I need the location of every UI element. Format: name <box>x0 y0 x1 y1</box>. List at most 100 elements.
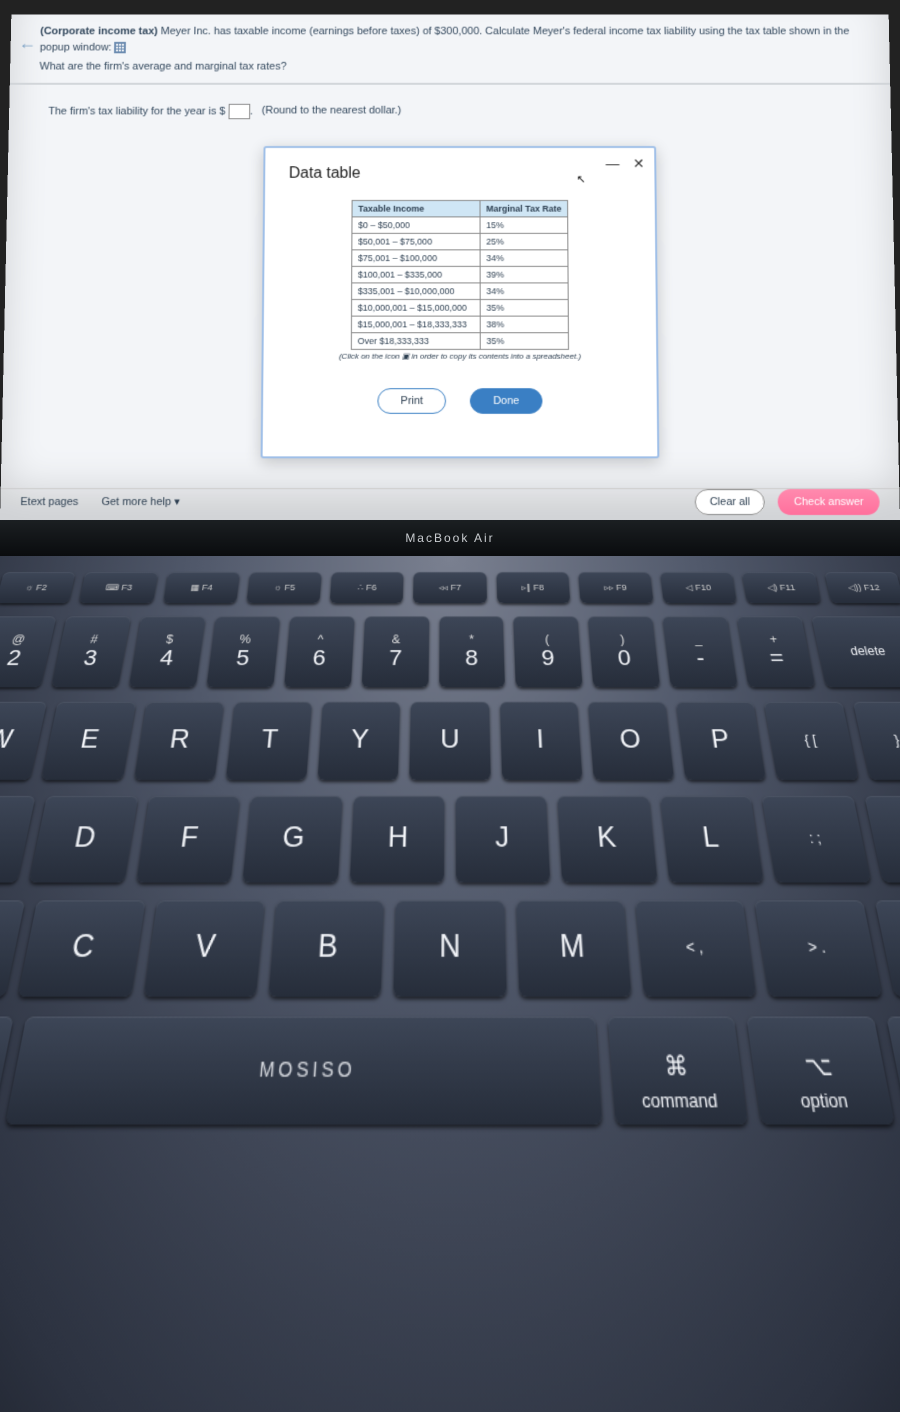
key-f11: ◁) F11 <box>742 572 821 603</box>
key-y: Y <box>318 702 401 780</box>
key-f7: ◃◃ F7 <box>413 572 486 603</box>
key-7: &7 <box>361 616 429 687</box>
back-arrow-icon[interactable]: ← <box>18 33 36 53</box>
key-5: %5 <box>206 616 280 687</box>
key-9: (9 <box>514 616 583 687</box>
popup-window-icon[interactable] <box>114 42 126 53</box>
key-b: B <box>268 900 384 996</box>
key-p: P <box>676 702 766 780</box>
key-j: J <box>456 796 551 883</box>
key-s: S <box>0 796 36 883</box>
key-3: #3 <box>51 616 131 687</box>
question-subquestion: What are the firm's average and marginal… <box>39 59 860 75</box>
key-c: C <box>18 900 145 996</box>
key-f10: ◁ F10 <box>660 572 737 603</box>
th-rate: Marginal Tax Rate <box>480 200 568 216</box>
minimize-icon[interactable]: — <box>605 156 619 171</box>
table-row: $15,000,001 – $18,333,33338% <box>351 316 568 333</box>
table-row: $75,001 – $100,00034% <box>352 250 569 267</box>
key-v: V <box>143 900 264 996</box>
spacebar-brand: MOSISO <box>258 1057 356 1081</box>
data-table-modal: — ✕ ↖ Data table Taxable Income Marginal… <box>261 146 660 458</box>
prompt-hint: (Round to the nearest dollar.) <box>262 105 402 116</box>
laptop-screen: ← (Corporate income tax) Meyer Inc. has … <box>0 14 900 520</box>
row-asdf: S D F G H J K L : ; " ' <box>0 796 900 883</box>
key-period: > . <box>755 900 882 996</box>
key-h: H <box>349 796 444 883</box>
table-copy-hint: (Click on the icon ▣ in order to copy it… <box>279 352 640 361</box>
table-row: Over $18,333,33335% <box>351 333 568 350</box>
key-o: O <box>588 702 675 780</box>
key-i: I <box>500 702 583 780</box>
key-e: E <box>42 702 136 780</box>
key-n: N <box>394 900 507 996</box>
key-d: D <box>29 796 138 883</box>
table-row: $10,000,001 – $15,000,00035% <box>351 299 568 316</box>
key-8: *8 <box>439 616 506 687</box>
question-title-rest: Meyer Inc. has taxable income (earnings … <box>40 26 850 53</box>
prompt-lead: The firm's tax liability for the year is… <box>48 105 225 116</box>
key-r: R <box>134 702 224 780</box>
key-minus: _- <box>663 616 738 687</box>
option-icon: ⌥ <box>802 1051 834 1082</box>
key-equals: += <box>737 616 815 687</box>
key-l: L <box>660 796 764 883</box>
hinge-label: MacBook Air <box>0 520 900 556</box>
key-2: @2 <box>0 616 56 687</box>
cursor-icon: ↖ <box>577 173 586 186</box>
check-answer-button[interactable]: Check answer <box>778 489 880 515</box>
key-w: W <box>0 702 47 780</box>
key-f2: ☼ F2 <box>0 572 76 603</box>
key-k: K <box>558 796 658 883</box>
key-command-right: ⌘ command <box>608 1016 749 1124</box>
key-g: G <box>243 796 343 883</box>
key-spacebar: MOSISO <box>6 1016 603 1124</box>
key-4: $4 <box>129 616 206 687</box>
key-quote: " ' <box>864 796 900 883</box>
question-title-bold: (Corporate income tax) <box>40 26 158 37</box>
row-zxcv: X C V B N M < , > . ? / <box>0 900 900 996</box>
key-delete: delete <box>812 616 900 687</box>
key-m: M <box>516 900 632 996</box>
row-qwerty: W E R T Y U I O P { [ } ] <box>0 702 900 780</box>
key-comma: < , <box>635 900 756 996</box>
table-row: $50,001 – $75,00025% <box>352 233 568 249</box>
key-u: U <box>410 702 491 780</box>
key-f3: ⌨ F3 <box>79 572 158 603</box>
clear-all-button[interactable]: Clear all <box>694 489 765 515</box>
key-f9: ▹▹ F9 <box>578 572 654 603</box>
row-bottom: ⌘ command MOSISO ⌘ command ⌥ option ◀ <box>0 1016 900 1124</box>
screen-footer: Etext pages Get more help ▾ Clear all Ch… <box>0 488 900 514</box>
key-f: F <box>136 796 240 883</box>
tax-table: Taxable Income Marginal Tax Rate $0 – $5… <box>351 200 569 350</box>
key-semicolon: : ; <box>762 796 871 883</box>
fn-row: ☼ F2 ⌨ F3 ▦ F4 ☼ F5 ∴ F6 ◃◃ F7 ▹∥ F8 ▹▹ … <box>0 572 900 603</box>
table-row: $0 – $50,00015% <box>352 217 568 233</box>
command-icon: ⌘ <box>663 1051 690 1082</box>
key-f4: ▦ F4 <box>163 572 240 603</box>
key-leftbracket: { [ <box>764 702 858 780</box>
key-f8: ▹∥ F8 <box>496 572 570 603</box>
close-icon[interactable]: ✕ <box>633 156 645 171</box>
etext-pages-link[interactable]: Etext pages <box>20 496 78 508</box>
key-0: )0 <box>588 616 660 687</box>
number-row: @2 #3 $4 %5 ^6 &7 *8 (9 )0 _- += delete <box>0 616 900 687</box>
key-6: ^6 <box>284 616 355 687</box>
answer-prompt: The firm's tax liability for the year is… <box>9 84 891 128</box>
th-income: Taxable Income <box>352 200 480 216</box>
key-option-right: ⌥ option <box>747 1016 895 1124</box>
key-f5: ☼ F5 <box>246 572 322 603</box>
done-button[interactable]: Done <box>470 388 542 414</box>
tax-liability-input[interactable] <box>228 103 250 118</box>
get-more-help-link[interactable]: Get more help ▾ <box>101 496 179 508</box>
key-t: T <box>226 702 313 780</box>
key-f12: ◁)) F12 <box>824 572 900 603</box>
key-rightbracket: } ] <box>853 702 900 780</box>
key-f6: ∴ F6 <box>330 572 404 603</box>
table-row: $100,001 – $335,00039% <box>351 266 568 283</box>
print-button[interactable]: Print <box>378 388 446 414</box>
table-row: $335,001 – $10,000,00034% <box>351 283 568 300</box>
question-header: (Corporate income tax) Meyer Inc. has ta… <box>10 14 890 84</box>
modal-title: Data table <box>289 165 639 182</box>
physical-keyboard: ☼ F2 ⌨ F3 ▦ F4 ☼ F5 ∴ F6 ◃◃ F7 ▹∥ F8 ▹▹ … <box>0 556 900 1412</box>
